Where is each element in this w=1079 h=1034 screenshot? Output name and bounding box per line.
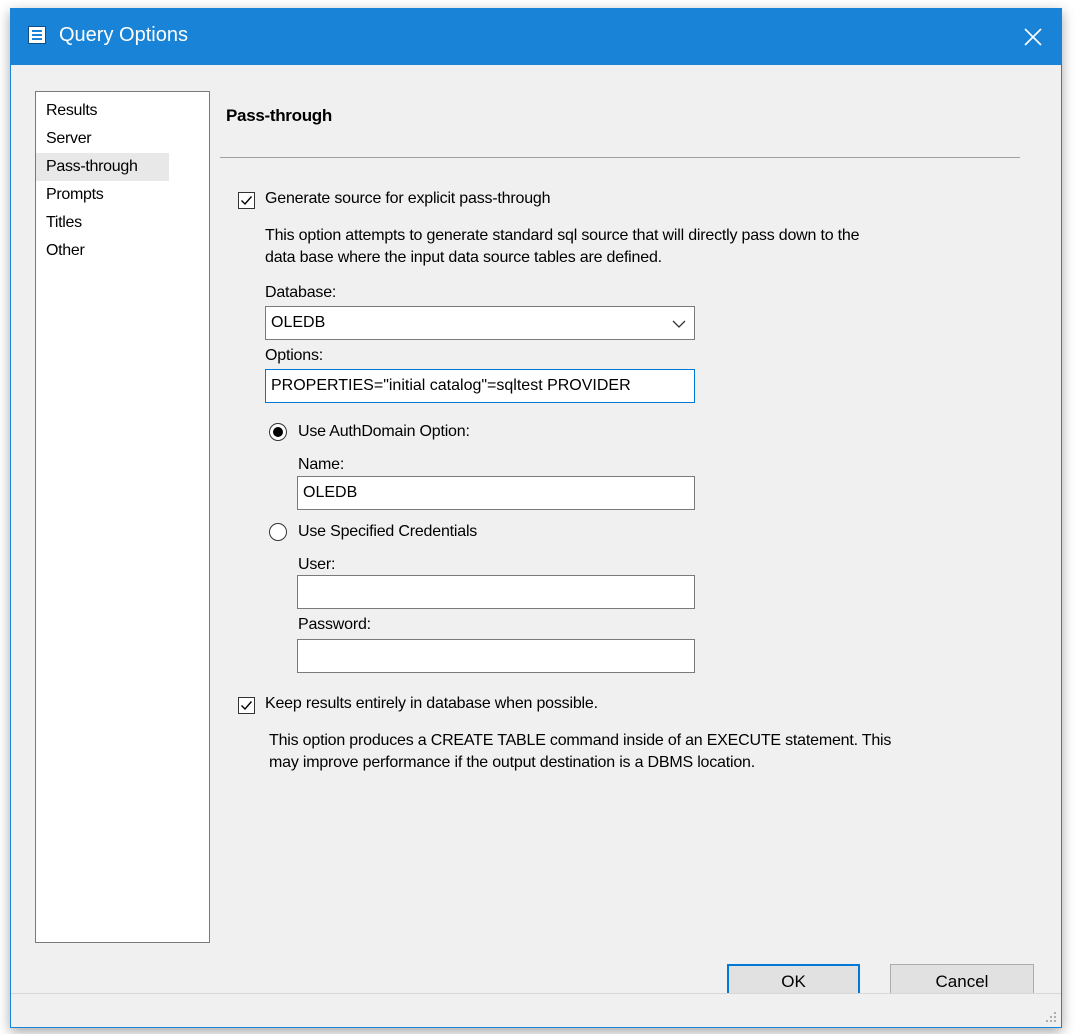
authdomain-name-input[interactable]: OLEDB bbox=[297, 476, 695, 510]
use-specified-credentials-label[interactable]: Use Specified Credentials bbox=[298, 523, 477, 541]
section-title: Pass-through bbox=[226, 106, 332, 125]
keep-results-description-line2: may improve performance if the output de… bbox=[269, 754, 755, 771]
password-input[interactable] bbox=[297, 639, 695, 673]
nav-item-prompts[interactable]: Prompts bbox=[36, 181, 209, 209]
authdomain-name-value: OLEDB bbox=[303, 484, 358, 501]
user-label: User: bbox=[298, 556, 336, 573]
generate-source-checkbox[interactable] bbox=[238, 192, 255, 209]
checkmark-icon bbox=[241, 196, 253, 206]
use-authdomain-radio[interactable] bbox=[269, 423, 287, 441]
keep-results-label[interactable]: Keep results entirely in database when p… bbox=[265, 695, 598, 713]
title-bar[interactable]: Query Options bbox=[11, 9, 1061, 65]
nav-item-server[interactable]: Server bbox=[36, 125, 209, 153]
window-title: Query Options bbox=[59, 24, 188, 46]
options-category-list[interactable]: Results Server Pass-through Prompts Titl… bbox=[35, 91, 210, 943]
generate-source-description-line1: This option attempts to generate standar… bbox=[265, 227, 860, 244]
status-bar bbox=[11, 993, 1061, 1027]
query-options-dialog: Query Options Results Server Pass-throug… bbox=[10, 8, 1062, 1028]
use-authdomain-label[interactable]: Use AuthDomain Option: bbox=[298, 423, 470, 441]
keep-results-description-line1: This option produces a CREATE TABLE comm… bbox=[269, 732, 892, 749]
user-input[interactable] bbox=[297, 575, 695, 609]
use-specified-credentials-radio[interactable] bbox=[269, 523, 287, 541]
resize-grip-icon[interactable] bbox=[1045, 1011, 1057, 1023]
database-label: Database: bbox=[265, 284, 337, 301]
options-input[interactable]: PROPERTIES="initial catalog"=sqltest PRO… bbox=[265, 369, 695, 403]
generate-source-label[interactable]: Generate source for explicit pass-throug… bbox=[265, 190, 550, 208]
keep-results-checkbox[interactable] bbox=[238, 697, 255, 714]
nav-item-results[interactable]: Results bbox=[36, 97, 209, 125]
database-combobox[interactable]: OLEDB bbox=[265, 306, 695, 340]
checkmark-icon bbox=[241, 701, 253, 711]
database-value: OLEDB bbox=[271, 314, 326, 331]
section-divider bbox=[220, 157, 1020, 158]
generate-source-description-line2: data base where the input data source ta… bbox=[265, 249, 662, 266]
password-label: Password: bbox=[298, 616, 371, 633]
options-label: Options: bbox=[265, 347, 323, 364]
authdomain-name-label: Name: bbox=[298, 456, 345, 473]
nav-item-pass-through[interactable]: Pass-through bbox=[36, 153, 169, 181]
options-value: PROPERTIES="initial catalog"=sqltest PRO… bbox=[271, 377, 631, 394]
close-button[interactable] bbox=[1005, 9, 1061, 65]
query-options-icon bbox=[28, 26, 46, 44]
nav-item-other[interactable]: Other bbox=[36, 237, 209, 265]
close-icon bbox=[1024, 28, 1042, 46]
chevron-down-icon bbox=[672, 320, 686, 328]
nav-item-titles[interactable]: Titles bbox=[36, 209, 209, 237]
